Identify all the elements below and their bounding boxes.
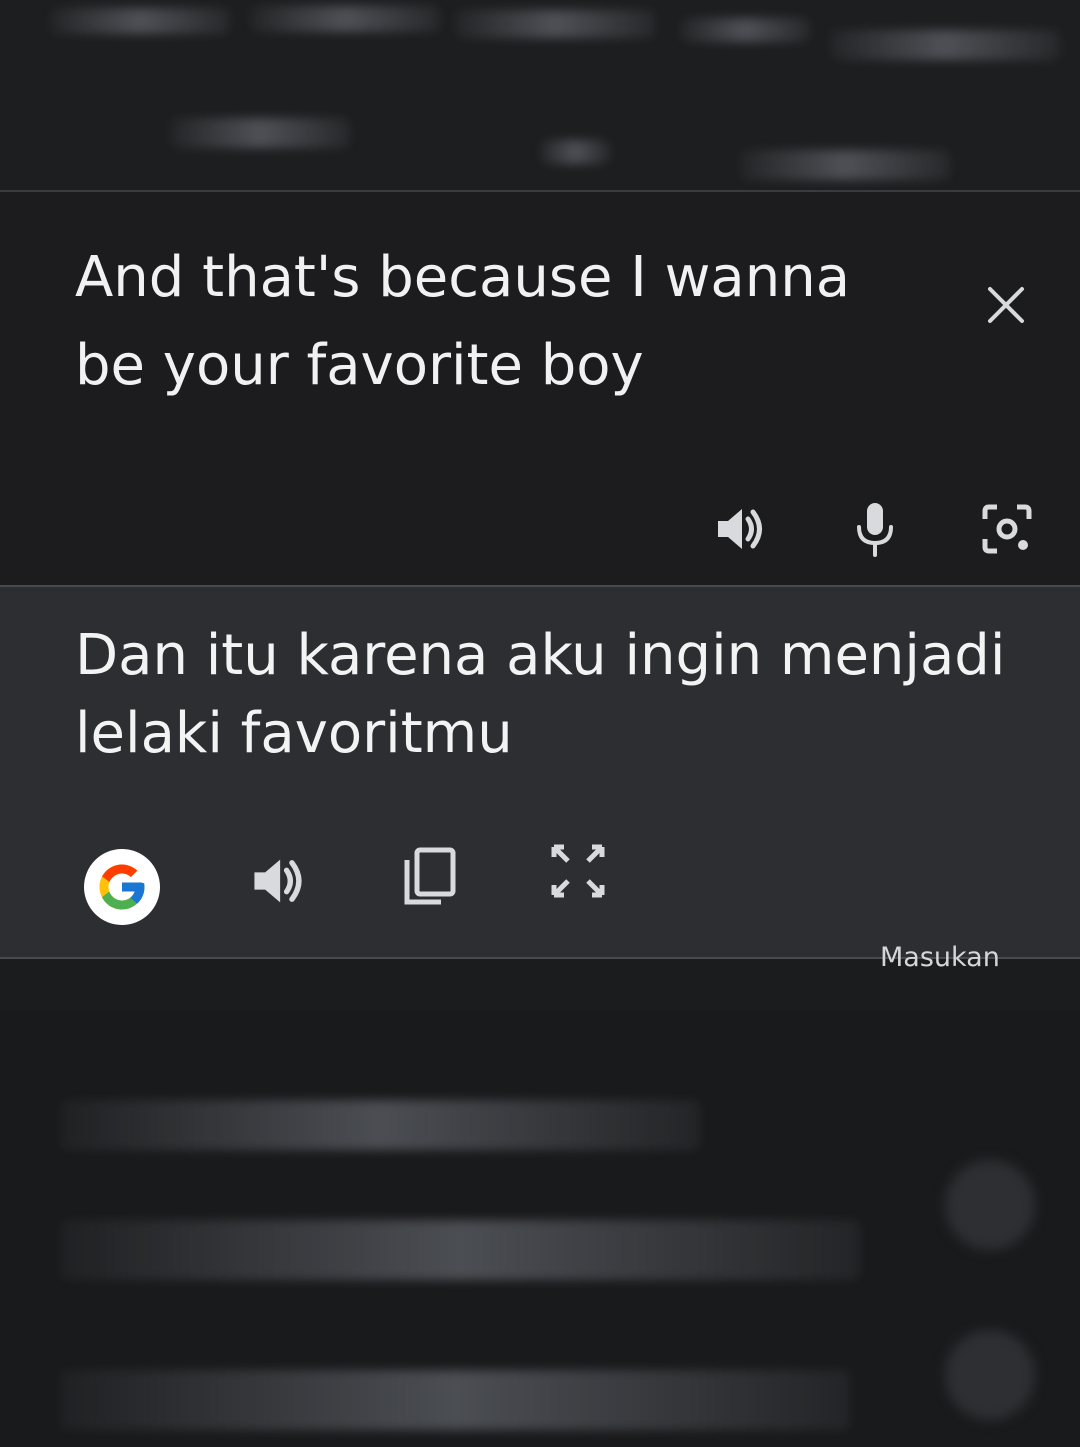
translation-text[interactable]: Dan itu karena aku ingin menjadi lelaki …: [75, 617, 1035, 773]
blurred-top-area: [0, 0, 1080, 195]
blurred-heading: [60, 1100, 700, 1150]
microphone-button[interactable]: [843, 497, 907, 561]
fullscreen-icon: [551, 844, 605, 898]
speaker-icon: [718, 509, 762, 549]
blurred-chip: [680, 18, 810, 42]
camera-translate-button[interactable]: [975, 497, 1039, 561]
close-button[interactable]: [978, 277, 1034, 333]
source-toolbar: [0, 497, 1080, 567]
copy-button[interactable]: [398, 845, 462, 909]
translation-card: Dan itu karena aku ingin menjadi lelaki …: [0, 585, 1080, 959]
screen: And that's because I wanna be your favor…: [0, 0, 1080, 1447]
blurred-chip: [740, 150, 950, 180]
blurred-action-icon: [945, 1330, 1035, 1420]
fullscreen-button[interactable]: [546, 839, 610, 903]
blurred-chip: [250, 6, 440, 32]
blurred-row: [60, 1220, 860, 1280]
blurred-chip: [170, 118, 350, 148]
blurred-chip: [540, 140, 610, 164]
google-logo-icon: [99, 864, 145, 910]
source-speak-button[interactable]: [708, 497, 772, 561]
feedback-link[interactable]: Masukan: [880, 942, 1000, 973]
blurred-chip: [830, 30, 1060, 60]
speaker-icon: [254, 859, 302, 903]
camera-lens-icon: [982, 504, 1032, 554]
source-card: And that's because I wanna be your favor…: [0, 190, 1080, 587]
blurred-bottom-area: [0, 1010, 1080, 1447]
microphone-icon: [857, 503, 893, 557]
blurred-action-icon: [945, 1160, 1035, 1250]
source-text[interactable]: And that's because I wanna be your favor…: [75, 234, 935, 410]
translation-speak-button[interactable]: [246, 849, 310, 913]
blurred-chip: [50, 8, 230, 34]
google-search-button[interactable]: [84, 849, 160, 925]
close-icon: [988, 287, 1024, 323]
copy-icon: [404, 847, 456, 905]
blurred-chip: [455, 10, 655, 38]
blurred-row: [60, 1370, 850, 1430]
